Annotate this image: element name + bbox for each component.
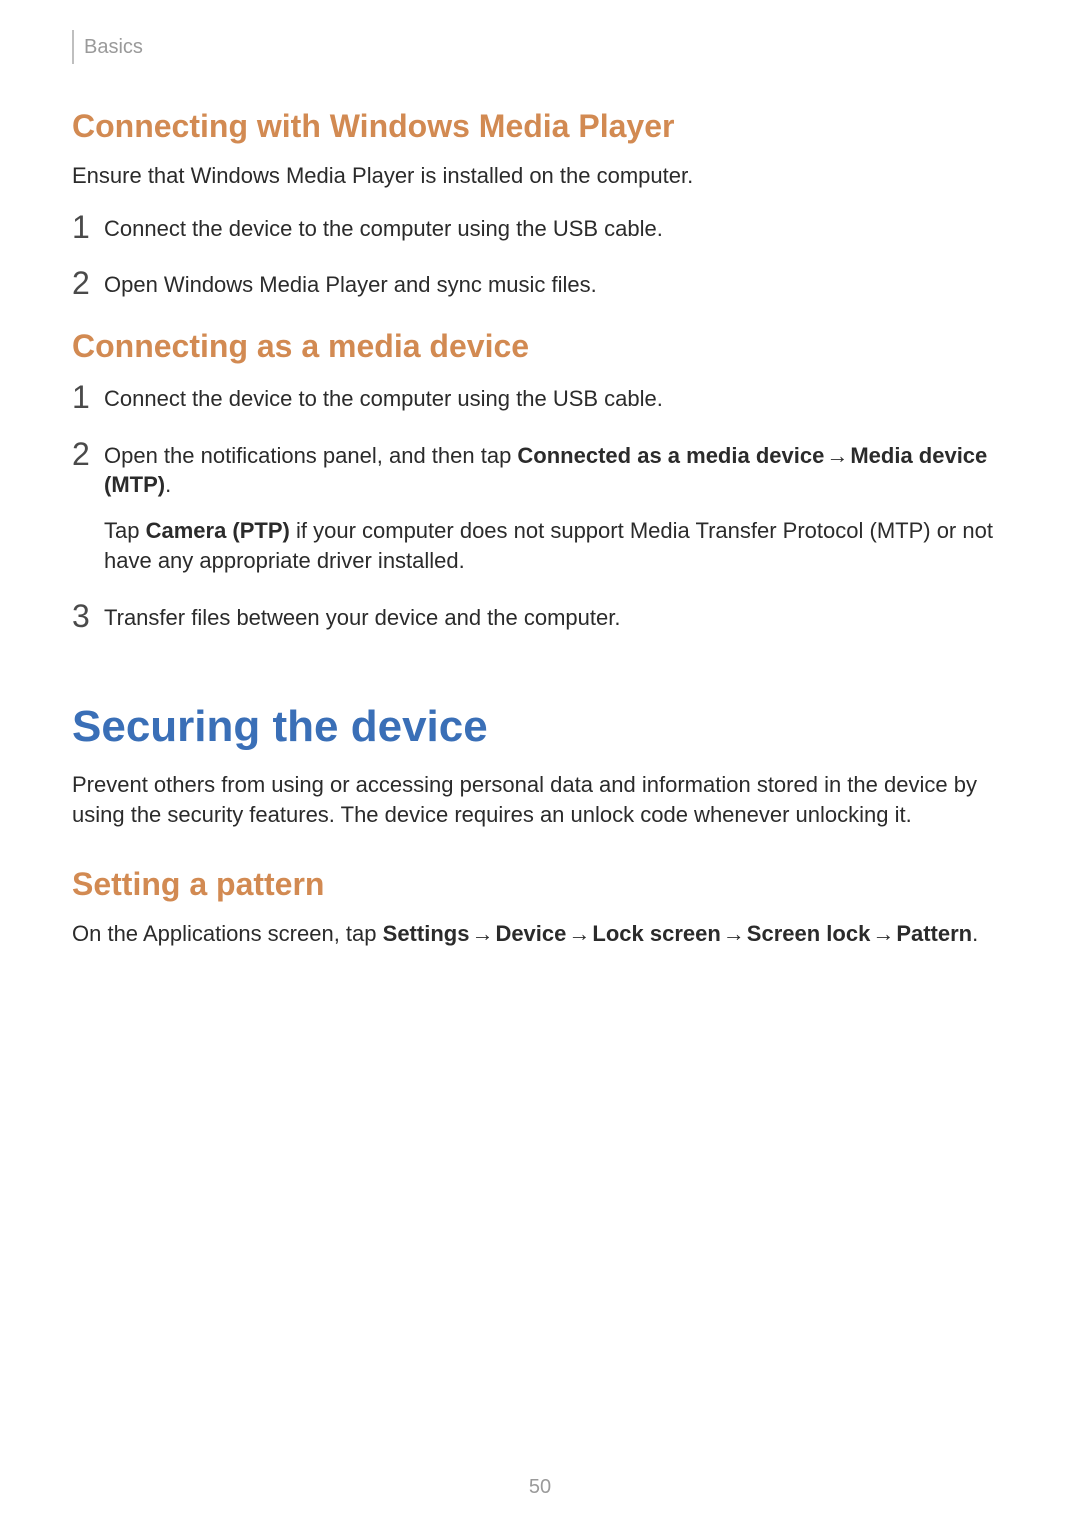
major-title-securing: Securing the device	[72, 702, 1008, 752]
intro-securing: Prevent others from using or accessing p…	[72, 770, 1008, 829]
text-run: On the Applications screen, tap	[72, 921, 383, 946]
bold-run: Pattern	[896, 921, 972, 946]
step-item: 2 Open the notifications panel, and then…	[72, 438, 1008, 576]
step-item: 1 Connect the device to the computer usi…	[72, 211, 1008, 244]
step-item: 1 Connect the device to the computer usi…	[72, 381, 1008, 414]
steps-wmp: 1 Connect the device to the computer usi…	[72, 211, 1008, 300]
step-subtext: Tap Camera (PTP) if your computer does n…	[104, 516, 1008, 575]
section-title-media: Connecting as a media device	[72, 328, 1008, 365]
breadcrumb: Basics	[84, 36, 143, 59]
arrow-icon: →	[721, 921, 747, 946]
bold-run: Device	[495, 921, 566, 946]
step-number: 3	[72, 600, 104, 632]
bold-run: Camera (PTP)	[146, 518, 290, 543]
bold-run: Settings	[383, 921, 470, 946]
text-run: .	[972, 921, 978, 946]
step-text: Connect the device to the computer using…	[104, 211, 663, 244]
text-run: Open the notifications panel, and then t…	[104, 443, 517, 468]
step-number: 2	[72, 438, 104, 470]
step-number: 1	[72, 211, 104, 243]
header: Basics	[72, 30, 1008, 64]
page: Basics Connecting with Windows Media Pla…	[0, 0, 1080, 1527]
bold-run: Screen lock	[747, 921, 871, 946]
intro-wmp: Ensure that Windows Media Player is inst…	[72, 161, 1008, 191]
section-title-wmp: Connecting with Windows Media Player	[72, 108, 1008, 145]
header-rule	[72, 30, 74, 64]
arrow-icon: →	[566, 921, 592, 946]
text-run: .	[165, 472, 171, 497]
section-title-pattern: Setting a pattern	[72, 866, 1008, 903]
step-item: 3 Transfer files between your device and…	[72, 600, 1008, 633]
text-run: Tap	[104, 518, 146, 543]
bold-run: Connected as a media device	[517, 443, 824, 468]
page-number: 50	[0, 1476, 1080, 1499]
step-text: Connect the device to the computer using…	[104, 381, 663, 414]
step-text: Open the notifications panel, and then t…	[104, 438, 1008, 576]
step-number: 1	[72, 381, 104, 413]
arrow-icon: →	[469, 921, 495, 946]
step-text: Transfer files between your device and t…	[104, 600, 620, 633]
steps-media: 1 Connect the device to the computer usi…	[72, 381, 1008, 632]
bold-run: Lock screen	[592, 921, 720, 946]
step-text: Open Windows Media Player and sync music…	[104, 267, 597, 300]
step-item: 2 Open Windows Media Player and sync mus…	[72, 267, 1008, 300]
arrow-icon: →	[870, 921, 896, 946]
pattern-path: On the Applications screen, tap Settings…	[72, 919, 1008, 949]
arrow-icon: →	[824, 443, 850, 468]
step-number: 2	[72, 267, 104, 299]
